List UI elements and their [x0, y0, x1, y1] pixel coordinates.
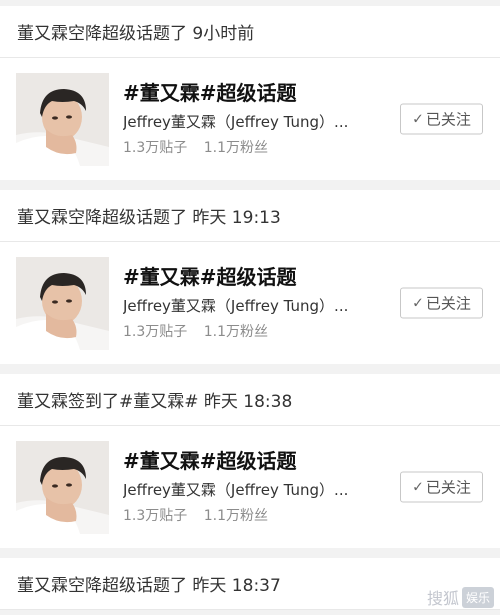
topic-description: Jeffrey董又霖（Jeffrey Tung）... — [123, 297, 349, 315]
topic-activity-feed: 董又霖空降超级话题了 9小时前 #董又霖#超级话题 Jeffrey董又霖（Jef… — [0, 0, 500, 615]
topic-avatar[interactable] — [16, 256, 109, 350]
followed-button[interactable]: ✓ 已关注 — [400, 103, 483, 135]
follow-label: 已关注 — [425, 110, 471, 129]
divider — [0, 364, 500, 374]
super-topic-card[interactable]: #董又霖#超级话题 Jeffrey董又霖（Jeffrey Tung）... 1.… — [0, 242, 500, 364]
topic-avatar[interactable] — [16, 72, 109, 166]
topic-title[interactable]: #董又霖#超级话题 — [123, 81, 483, 105]
super-topic-card[interactable]: #董又霖#超级话题 Jeffrey董又霖（Jeffrey Tung）... 1.… — [0, 426, 500, 548]
followed-button[interactable]: ✓ 已关注 — [400, 287, 483, 319]
topic-stats: 1.3万贴子 1.1万粉丝 — [123, 323, 483, 341]
fan-count: 1.1万粉丝 — [203, 324, 268, 340]
watermark-logo-text: 搜狐 — [426, 589, 459, 608]
topic-stats: 1.3万贴子 1.1万粉丝 — [123, 507, 483, 525]
watermark: 搜狐 娱乐 — [427, 585, 494, 609]
watermark-badge: 娱乐 — [461, 586, 494, 608]
fan-count: 1.1万粉丝 — [203, 508, 268, 524]
topic-description: Jeffrey董又霖（Jeffrey Tung）... — [123, 113, 349, 131]
activity-header[interactable]: 董又霖空降超级话题了 9小时前 — [0, 6, 500, 58]
divider — [0, 180, 500, 190]
topic-description: Jeffrey董又霖（Jeffrey Tung）... — [123, 481, 349, 499]
topic-title[interactable]: #董又霖#超级话题 — [123, 265, 483, 289]
followed-button[interactable]: ✓ 已关注 — [400, 471, 483, 503]
post-count: 1.3万贴子 — [123, 324, 188, 340]
post-count: 1.3万贴子 — [123, 140, 188, 156]
check-icon: ✓ — [412, 295, 424, 311]
activity-header[interactable]: 董又霖空降超级话题了 昨天 19:13 — [0, 190, 500, 242]
post-count: 1.3万贴子 — [123, 508, 188, 524]
check-icon: ✓ — [412, 111, 424, 127]
fan-count: 1.1万粉丝 — [203, 140, 268, 156]
topic-title[interactable]: #董又霖#超级话题 — [123, 449, 483, 473]
topic-avatar[interactable] — [16, 440, 109, 534]
activity-header[interactable]: 董又霖空降超级话题了 昨天 18:37 — [0, 558, 500, 610]
follow-label: 已关注 — [425, 294, 471, 313]
follow-label: 已关注 — [425, 478, 471, 497]
divider — [0, 548, 500, 558]
topic-stats: 1.3万贴子 1.1万粉丝 — [123, 139, 483, 157]
activity-header[interactable]: 董又霖签到了#董又霖# 昨天 18:38 — [0, 374, 500, 426]
check-icon: ✓ — [412, 479, 424, 495]
super-topic-card[interactable]: #董又霖#超级话题 Jeffrey董又霖（Jeffrey Tung）... 1.… — [0, 58, 500, 180]
